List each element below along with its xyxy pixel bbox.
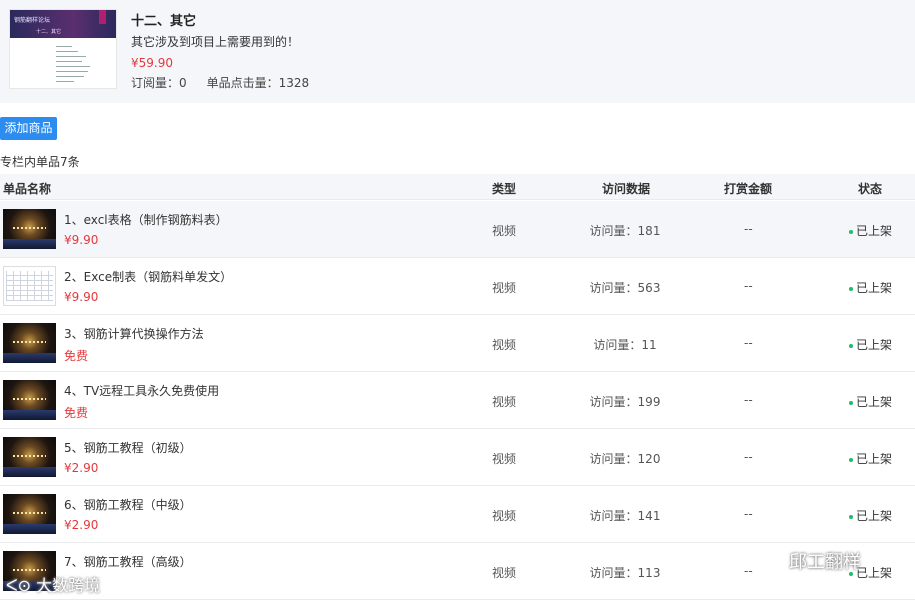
tip-amount: -- [744, 393, 753, 407]
visit-count: 访问量：113 [589, 566, 661, 580]
video-thumbnail[interactable] [3, 437, 56, 477]
cover-banner-subtitle: 十二、其它 [36, 29, 62, 35]
status-badge: 已上架 [849, 336, 892, 353]
status-badge: 已上架 [849, 450, 892, 467]
column-price: ¥59.90 [131, 56, 173, 70]
brand-logo-icon: ᐸ⊙ [6, 576, 32, 595]
cover-text-line [56, 66, 90, 67]
header-name: 单品名称 [3, 182, 52, 196]
table-row[interactable]: 3、钢筋计算代换操作方法 免费 视频 访问量：11 -- 已上架 [0, 315, 915, 372]
visit-count: 访问量：563 [589, 281, 661, 295]
status-badge: 已上架 [849, 507, 892, 524]
column-title: 十二、其它 [131, 14, 197, 29]
product-type: 视频 [492, 395, 517, 409]
status-text: 已上架 [856, 281, 893, 295]
tip-amount: -- [744, 450, 753, 464]
cover-text-line [56, 71, 88, 72]
status-dot-icon [849, 457, 853, 462]
product-type: 视频 [492, 566, 517, 580]
table-row[interactable]: 1、excl表格（制作钢筋料表） ¥9.90 视频 访问量：181 -- 已上架 [0, 201, 915, 258]
status-badge: 已上架 [849, 393, 892, 410]
table-row[interactable]: 2、Exce制表（钢筋料单发文） ¥9.90 视频 访问量：563 -- 已上架 [0, 258, 915, 315]
spreadsheet-thumbnail[interactable] [3, 266, 56, 306]
status-text: 已上架 [856, 224, 893, 238]
add-product-button[interactable]: 添加商品 [0, 117, 57, 140]
visit-count: 访问量：181 [589, 224, 661, 238]
cover-text-line [56, 61, 82, 62]
product-title[interactable]: 3、钢筋计算代换操作方法 [64, 325, 204, 342]
product-title[interactable]: 7、钢筋工教程（高级） [64, 553, 192, 570]
column-stats: 订阅量：0 单品点击量：1328 [131, 74, 309, 91]
status-text: 已上架 [856, 509, 893, 523]
status-dot-icon [849, 343, 853, 348]
product-title[interactable]: 6、钢筋工教程（中级） [64, 496, 192, 513]
column-header: 钢筋翻样论坛 十二、其它 十二、其它 其它涉及到项目上需要用到的！ ¥59.90… [0, 0, 915, 103]
product-price: 免费 [64, 349, 89, 363]
video-thumbnail[interactable] [3, 209, 56, 249]
table-row[interactable]: 4、TV远程工具永久免费使用 免费 视频 访问量：199 -- 已上架 [0, 372, 915, 429]
table-row[interactable]: 5、钢筋工教程（初级） ¥2.90 视频 访问量：120 -- 已上架 [0, 429, 915, 486]
product-title[interactable]: 5、钢筋工教程（初级） [64, 439, 192, 456]
product-type: 视频 [492, 338, 517, 352]
cover-text-line [56, 56, 86, 57]
product-type: 视频 [492, 224, 517, 238]
cover-accent-block [99, 10, 106, 24]
product-type: 视频 [492, 509, 517, 523]
cover-text-line [56, 46, 72, 47]
status-text: 已上架 [856, 566, 893, 580]
click-count: 单品点击量：1328 [206, 76, 310, 90]
video-thumbnail[interactable] [3, 323, 56, 363]
product-type: 视频 [492, 281, 517, 295]
tip-amount: -- [744, 564, 753, 578]
cover-text-line [56, 51, 78, 52]
product-price: ¥2.90 [64, 461, 99, 475]
cover-banner-title: 钢筋翻样论坛 [14, 17, 51, 24]
tip-amount: -- [744, 222, 753, 236]
status-text: 已上架 [856, 452, 893, 466]
wechat-icon [757, 554, 779, 571]
product-title[interactable]: 2、Exce制表（钢筋料单发文） [64, 268, 232, 285]
subscription-count: 订阅量：0 [131, 76, 187, 90]
status-dot-icon [849, 286, 853, 291]
cover-text-line [56, 76, 84, 77]
cover-text-line [56, 81, 74, 82]
watermark-left-text: 大数跨境 [36, 576, 101, 595]
visit-count: 访问量：11 [593, 338, 657, 352]
watermark-right-text: 邱工翻样 [789, 552, 861, 573]
visit-count: 访问量：141 [589, 509, 661, 523]
product-type: 视频 [492, 452, 517, 466]
visit-count: 访问量：120 [589, 452, 661, 466]
product-price: ¥2.90 [64, 518, 99, 532]
product-price: ¥9.90 [64, 290, 99, 304]
tip-amount: -- [744, 279, 753, 293]
column-cover-image[interactable]: 钢筋翻样论坛 十二、其它 [9, 9, 117, 89]
status-text: 已上架 [856, 338, 893, 352]
header-tip: 打赏金额 [724, 182, 773, 196]
product-title[interactable]: 1、excl表格（制作钢筋料表） [64, 211, 228, 228]
product-count: 专栏内单品7条 [0, 155, 80, 169]
status-text: 已上架 [856, 395, 893, 409]
tip-amount: -- [744, 336, 753, 350]
product-price: 免费 [64, 406, 89, 420]
watermark-right: 邱工翻样 [757, 548, 861, 574]
header-type: 类型 [492, 182, 517, 196]
tip-amount: -- [744, 507, 753, 521]
watermark-left: ᐸ⊙ 大数跨境 [6, 572, 100, 596]
product-price: ¥9.90 [64, 233, 99, 247]
product-title[interactable]: 4、TV远程工具永久免费使用 [64, 382, 219, 399]
table-header: 单品名称 类型 访问数据 打赏金额 状态 [0, 174, 915, 200]
visit-count: 访问量：199 [589, 395, 661, 409]
status-badge: 已上架 [849, 279, 892, 296]
status-dot-icon [849, 400, 853, 405]
table-row[interactable]: 6、钢筋工教程（中级） ¥2.90 视频 访问量：141 -- 已上架 [0, 486, 915, 543]
column-description: 其它涉及到项目上需要用到的！ [131, 35, 300, 49]
status-badge: 已上架 [849, 222, 892, 239]
video-thumbnail[interactable] [3, 380, 56, 420]
header-visits: 访问数据 [602, 182, 651, 196]
status-dot-icon [849, 514, 853, 519]
header-status: 状态 [858, 182, 883, 196]
status-dot-icon [849, 229, 853, 234]
video-thumbnail[interactable] [3, 494, 56, 534]
